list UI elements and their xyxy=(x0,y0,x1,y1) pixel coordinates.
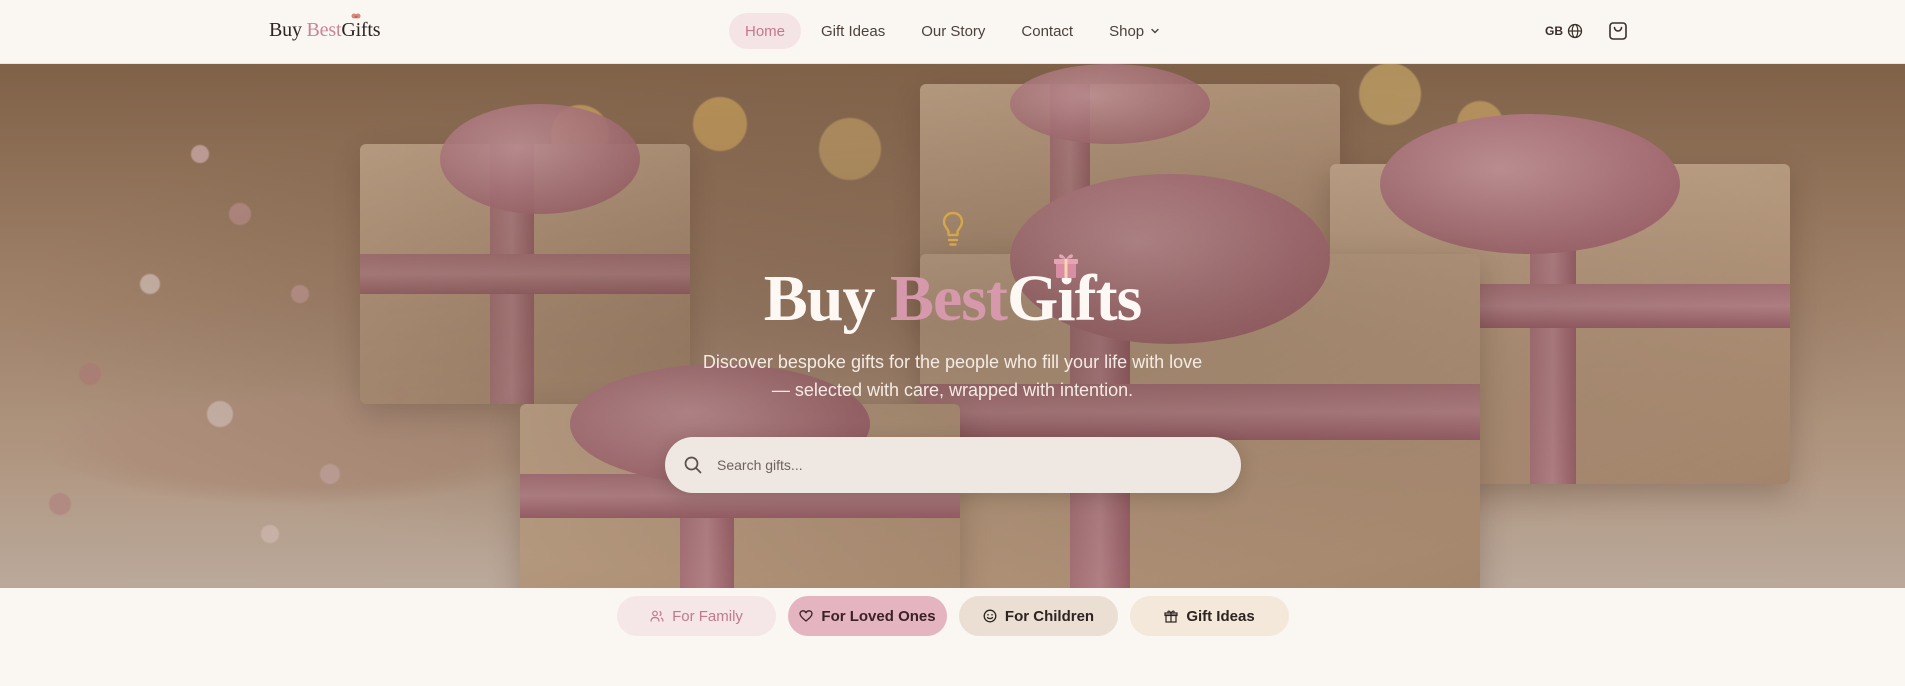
hero-subtitle: Discover bespoke gifts for the people wh… xyxy=(702,352,1203,400)
gift-icon xyxy=(1053,254,1078,278)
nav-shop-label: Shop xyxy=(1109,22,1145,40)
logo-bow-icon xyxy=(351,13,361,19)
shopping-bag-icon[interactable] xyxy=(1607,20,1629,42)
brand-text-g: G xyxy=(341,19,356,41)
search-input[interactable] xyxy=(717,457,1197,473)
nav-our-story[interactable]: Our Story xyxy=(905,13,1001,49)
brand-text-buy: Buy xyxy=(269,19,307,41)
smile-icon xyxy=(983,609,997,623)
search-bar[interactable] xyxy=(665,437,1241,493)
category-for-family[interactable]: For Family xyxy=(617,596,776,636)
category-for-children[interactable]: For Children xyxy=(959,596,1118,636)
category-label: Gift Ideas xyxy=(1186,607,1255,625)
users-icon xyxy=(650,610,664,622)
main-nav: Home Gift Ideas Our Story Contact Shop xyxy=(729,13,1180,49)
category-gift-ideas[interactable]: Gift Ideas xyxy=(1130,596,1289,636)
header-actions: GB xyxy=(1545,20,1629,42)
brand-text-ifts: ifts xyxy=(355,19,381,41)
hero-title-gifts: Gifts xyxy=(1007,254,1142,337)
globe-icon xyxy=(1567,23,1583,39)
category-for-loved-ones[interactable]: For Loved Ones xyxy=(788,596,947,636)
category-label: For Children xyxy=(1004,607,1095,625)
brand-text-best: Best xyxy=(306,19,342,41)
language-code: GB xyxy=(1545,24,1563,38)
nav-contact[interactable]: Contact xyxy=(1005,13,1089,49)
search-icon xyxy=(684,456,702,474)
heart-icon xyxy=(799,610,814,622)
hero-title-best: Best xyxy=(889,262,1008,335)
chevron-down-icon xyxy=(1151,28,1159,34)
category-label: For Family xyxy=(672,607,743,625)
gift-icon xyxy=(1164,610,1178,623)
lightbulb-icon xyxy=(942,211,964,246)
language-selector[interactable]: GB xyxy=(1545,23,1583,39)
brand-logo[interactable]: Buy Best Gifts xyxy=(269,13,381,42)
hero-title: Buy Best Gifts xyxy=(0,254,1905,337)
nav-home[interactable]: Home xyxy=(729,13,802,49)
nav-gift-ideas[interactable]: Gift Ideas xyxy=(805,13,901,49)
hero-title-buy: Buy xyxy=(763,262,890,335)
nav-shop[interactable]: Shop xyxy=(1093,13,1176,49)
brand-gifts: Gifts xyxy=(341,13,381,42)
category-label: For Loved Ones xyxy=(821,607,936,625)
site-header: Buy Best Gifts Home Gift Ideas Our Story… xyxy=(0,0,1905,64)
category-pills: For Family For Loved Ones For Children G… xyxy=(617,596,1301,636)
